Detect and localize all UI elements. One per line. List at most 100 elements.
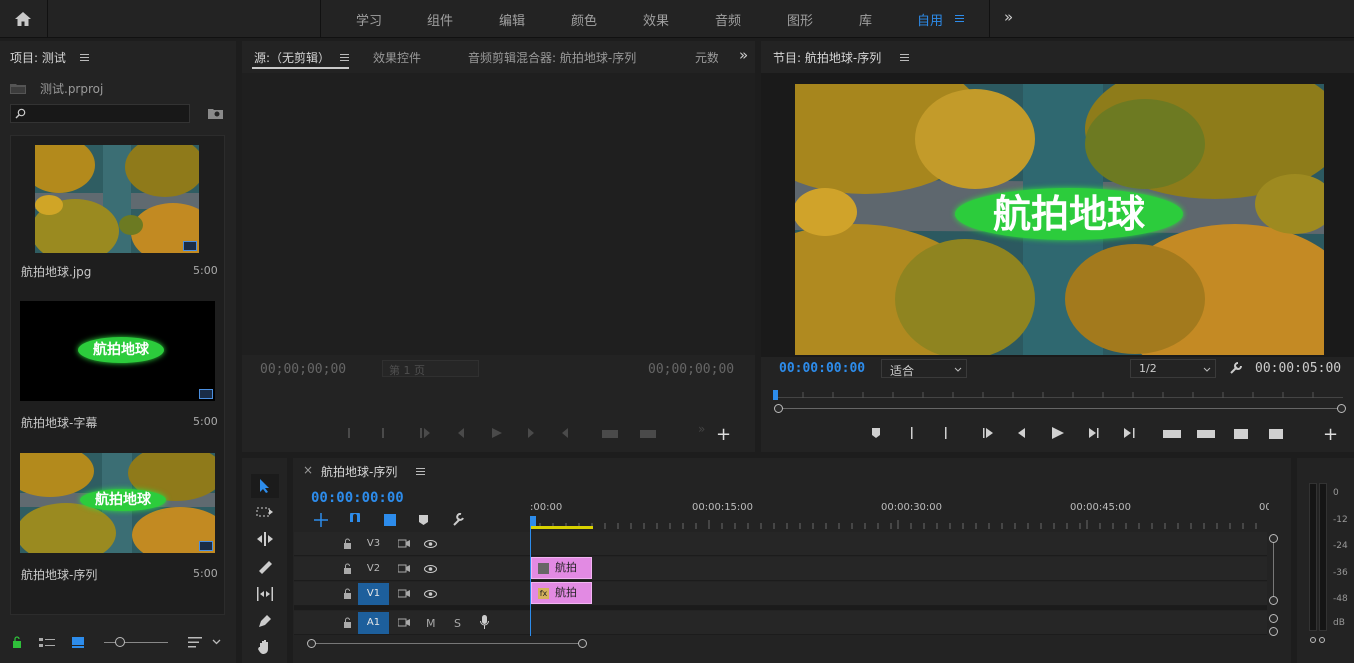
sync-lock-icon[interactable] (398, 618, 410, 627)
lock-icon[interactable] (343, 588, 352, 599)
workspace-tab-learn[interactable]: 学习 (356, 10, 382, 29)
add-button[interactable]: + (716, 424, 731, 445)
solo-right-button[interactable] (1319, 637, 1325, 643)
workspace-tab-graphics[interactable]: 图形 (787, 10, 813, 29)
timeline-horizontal-scrollbar[interactable] (312, 643, 582, 644)
sync-lock-icon[interactable] (398, 539, 410, 548)
workspace-tab-audio[interactable]: 音频 (715, 10, 741, 29)
eye-icon[interactable] (424, 565, 437, 573)
scroll-handle-top[interactable] (1269, 534, 1278, 543)
zoom-handle-left[interactable] (774, 404, 783, 413)
playhead[interactable] (773, 390, 778, 400)
scroll-handle-bottom[interactable] (1269, 596, 1278, 605)
sync-lock-icon[interactable] (398, 589, 410, 598)
sort-icon[interactable] (188, 637, 202, 648)
workspace-overflow-button[interactable]: » (1004, 8, 1013, 26)
workspace-menu-icon[interactable] (955, 15, 964, 23)
resolution-select[interactable]: 1/2 (1130, 359, 1216, 378)
scroll-handle-right[interactable] (578, 639, 587, 648)
video-vertical-scrollbar[interactable] (1273, 540, 1274, 600)
timeline-toolbar (314, 513, 464, 527)
project-item-duration: 5:00 (193, 264, 218, 277)
zoom-slider[interactable] (104, 642, 168, 643)
lock-icon[interactable] (343, 563, 352, 574)
selection-tool[interactable] (251, 474, 279, 498)
new-bin-icon[interactable] (208, 107, 223, 119)
page-select[interactable]: 第 1 页 (382, 360, 479, 377)
workspace-tab-assembly[interactable]: 组件 (427, 10, 453, 29)
graphic-type-icon (199, 389, 213, 399)
program-timecode-current[interactable]: 00:00:00:00 (779, 361, 865, 376)
lock-icon[interactable] (343, 617, 352, 628)
chevron-down-icon[interactable] (212, 639, 221, 645)
track-target-v3[interactable]: V3 (358, 533, 389, 555)
title-overlay: 航拍地球 (955, 188, 1183, 240)
clip-v1[interactable]: fx 航拍 (531, 582, 592, 604)
clip-v2[interactable]: 航拍 (531, 557, 592, 579)
track-target-a1[interactable]: A1 (358, 612, 389, 634)
zoom-slider-handle[interactable] (115, 637, 125, 647)
panel-menu-icon[interactable] (80, 54, 89, 62)
source-timecode-current[interactable]: 00;00;00;00 (260, 362, 346, 377)
track-v1 (294, 582, 1267, 606)
lock-icon[interactable] (12, 636, 22, 648)
project-item[interactable]: 航拍地球.jpg 5:00 (11, 141, 224, 289)
eye-icon[interactable] (424, 540, 437, 548)
solo-button[interactable]: S (454, 617, 461, 630)
zoom-handle-right[interactable] (1337, 404, 1346, 413)
tab-metadata[interactable]: 元数 (695, 49, 718, 66)
workspace-tab-effects[interactable]: 效果 (643, 10, 669, 29)
microphone-icon[interactable] (480, 615, 489, 629)
program-panel-title[interactable]: 节目: 航拍地球-序列 (773, 49, 881, 66)
scroll-handle-left[interactable] (307, 639, 316, 648)
work-area-bar[interactable] (531, 526, 593, 529)
add-button[interactable]: + (1323, 424, 1338, 445)
track-target-v1[interactable]: V1 (358, 583, 389, 605)
lock-icon[interactable] (343, 538, 352, 549)
timeline-timecode[interactable]: 00:00:00:00 (311, 490, 404, 506)
project-item[interactable]: 航拍地球 航拍地球-字幕 5:00 (11, 294, 224, 442)
track-target-v2[interactable]: V2 (358, 558, 389, 580)
track-select-tool[interactable] (256, 505, 274, 519)
thumbnail: 航拍地球 (20, 301, 215, 401)
sync-lock-icon[interactable] (398, 564, 410, 573)
zoom-scrollbar[interactable] (779, 408, 1342, 409)
close-sequence-button[interactable]: × (303, 463, 313, 477)
razor-tool[interactable] (257, 559, 273, 575)
fit-select[interactable]: 适合 (881, 359, 967, 378)
project-item-name: 航拍地球.jpg (21, 265, 92, 279)
slip-tool[interactable] (256, 587, 274, 601)
settings-wrench-icon[interactable] (1229, 361, 1243, 375)
tab-audio-clip-mixer[interactable]: 音频剪辑混合器: 航拍地球-序列 (468, 49, 636, 66)
hand-tool[interactable] (257, 639, 273, 655)
scroll-handle-bottom[interactable] (1269, 627, 1278, 636)
panel-menu-icon[interactable] (416, 468, 425, 476)
pen-tool[interactable] (257, 613, 273, 629)
eye-icon[interactable] (424, 590, 437, 598)
program-time-ruler[interactable] (773, 386, 1343, 398)
workspace-tab-libraries[interactable]: 库 (859, 10, 872, 29)
project-item[interactable]: 航拍地球 航拍地球-序列 5:00 (11, 446, 224, 594)
source-viewer (242, 73, 755, 355)
mute-button[interactable]: M (426, 617, 436, 630)
icon-view-icon[interactable] (72, 637, 84, 648)
panel-menu-icon[interactable] (900, 54, 909, 62)
panel-overflow-button[interactable]: » (739, 46, 748, 64)
project-search-input[interactable] (10, 104, 190, 123)
workspace-tab-color[interactable]: 颜色 (571, 10, 597, 29)
tab-source[interactable]: 源:（无剪辑） (254, 49, 330, 66)
timeline-playhead-handle[interactable] (530, 516, 536, 526)
project-panel-title[interactable]: 项目: 测试 (10, 49, 66, 66)
ripple-edit-tool[interactable] (256, 532, 274, 546)
timeline-tab[interactable]: 航拍地球-序列 (321, 463, 397, 480)
panel-menu-icon[interactable] (340, 54, 349, 62)
timeline-ruler[interactable] (530, 515, 1268, 529)
tab-effect-controls[interactable]: 效果控件 (373, 49, 421, 66)
scroll-handle-top[interactable] (1269, 614, 1278, 623)
solo-left-button[interactable] (1310, 637, 1316, 643)
list-view-icon[interactable] (39, 638, 55, 648)
home-icon[interactable] (14, 11, 32, 27)
workspace-tab-editing[interactable]: 编辑 (499, 10, 525, 29)
workspace-tab-custom[interactable]: 自用 (917, 10, 943, 29)
overflow-icon[interactable]: » (698, 422, 705, 436)
